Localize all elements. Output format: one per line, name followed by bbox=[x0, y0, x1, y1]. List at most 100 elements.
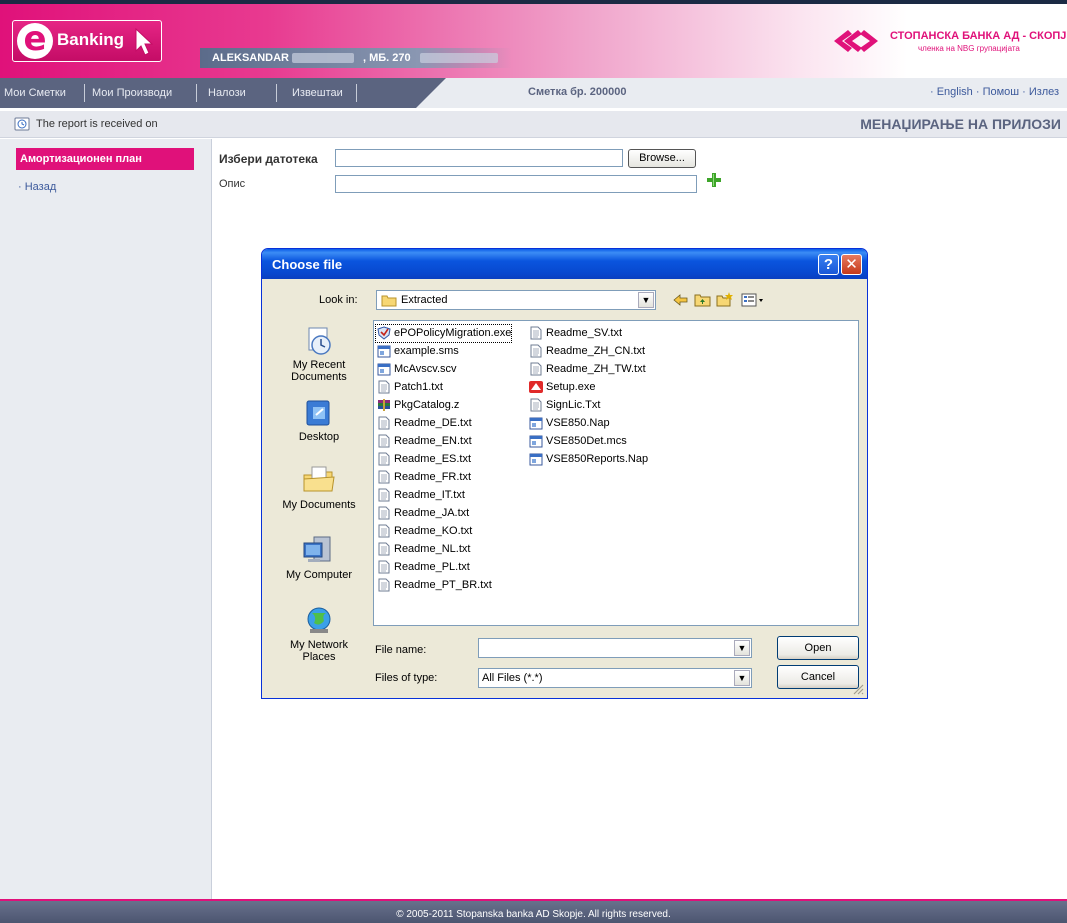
file-item[interactable]: Readme_KO.txt bbox=[376, 523, 472, 540]
browse-button[interactable]: Browse... bbox=[628, 149, 696, 168]
open-button[interactable]: Open bbox=[777, 636, 859, 660]
file-path-input[interactable] bbox=[335, 149, 623, 167]
footer: © 2005-2011 Stopanska banka AD Skopje. A… bbox=[0, 899, 1067, 923]
text-file-icon bbox=[378, 380, 390, 394]
bank-name: СТОПАНСКА БАНКА АД - СКОПЈЕ bbox=[890, 30, 1067, 42]
nav-my-products[interactable]: Мои Производи bbox=[92, 81, 172, 105]
file-item[interactable]: SignLic.Txt bbox=[528, 397, 600, 414]
place-desktop[interactable]: Desktop bbox=[280, 397, 358, 443]
file-item[interactable]: VSE850.Nap bbox=[528, 415, 610, 432]
file-name-input[interactable]: ▼ bbox=[478, 638, 752, 658]
bank-subtitle: членка на NBG групацијата bbox=[918, 44, 1020, 53]
file-item-name: Readme_FR.txt bbox=[394, 471, 472, 483]
file-item-name: PkgCatalog.z bbox=[394, 399, 460, 411]
text-file-icon bbox=[378, 470, 390, 484]
file-item[interactable]: PkgCatalog.z bbox=[376, 397, 459, 414]
text-file-icon bbox=[530, 398, 542, 412]
cancel-button[interactable]: Cancel bbox=[777, 665, 859, 689]
file-item[interactable]: Readme_JA.txt bbox=[376, 505, 469, 522]
file-item[interactable]: Readme_DE.txt bbox=[376, 415, 472, 432]
file-list[interactable]: ePOPolicyMigration.exe example.sms McAvscv… bbox=[373, 320, 859, 626]
nav-my-accounts[interactable]: Мои Сметки bbox=[4, 81, 66, 105]
text-file-icon bbox=[378, 560, 390, 574]
nav-reports[interactable]: Извештаи bbox=[292, 81, 343, 105]
text-file-icon bbox=[378, 488, 390, 502]
place-label: My Recent Documents bbox=[291, 359, 347, 383]
file-item[interactable]: VSE850Det.mcs bbox=[528, 433, 627, 450]
sidebar-heading[interactable]: Амортизационен план bbox=[16, 148, 194, 170]
file-item-name: example.sms bbox=[394, 345, 459, 357]
chevron-down-icon[interactable]: ▼ bbox=[638, 292, 654, 308]
resize-grip-icon[interactable] bbox=[852, 683, 864, 695]
place-label: My Documents bbox=[282, 499, 356, 511]
new-folder-icon[interactable] bbox=[716, 291, 734, 309]
file-item[interactable]: ePOPolicyMigration.exe bbox=[374, 324, 513, 343]
file-item[interactable]: Readme_ZH_TW.txt bbox=[528, 361, 646, 378]
file-item[interactable]: McAvscv.scv bbox=[376, 361, 457, 378]
file-item[interactable]: Readme_EN.txt bbox=[376, 433, 472, 450]
back-link[interactable]: · Назад bbox=[18, 181, 56, 193]
file-item-name: Readme_SV.txt bbox=[546, 327, 623, 339]
desktop-icon bbox=[306, 400, 330, 426]
add-plus-icon[interactable] bbox=[706, 172, 722, 188]
logo-text: Banking bbox=[57, 30, 125, 49]
files-of-type-label: Files of type: bbox=[375, 672, 438, 684]
chevron-down-icon[interactable]: ▼ bbox=[734, 640, 750, 656]
description-input[interactable] bbox=[335, 175, 697, 193]
back-arrow-icon[interactable] bbox=[672, 291, 690, 309]
chevron-down-icon[interactable]: ▼ bbox=[734, 670, 750, 686]
place-my-documents[interactable]: My Documents bbox=[280, 463, 358, 511]
data-file-icon bbox=[377, 345, 391, 358]
file-item[interactable]: Readme_ZH_CN.txt bbox=[528, 343, 645, 360]
user-bar: ALEKSANDAR , МБ. 270 bbox=[200, 48, 512, 68]
nav-orders[interactable]: Налози bbox=[208, 81, 246, 105]
my-documents-icon bbox=[303, 466, 335, 492]
file-item[interactable]: Readme_NL.txt bbox=[376, 541, 470, 558]
choose-file-dialog: Choose file ? ✕ Look in: Extracted ▼ My … bbox=[261, 248, 868, 699]
place-network-places[interactable]: My Network Places bbox=[280, 605, 358, 663]
place-label: My Network Places bbox=[289, 639, 349, 663]
files-of-type-select[interactable]: All Files (*.*) ▼ bbox=[478, 668, 752, 688]
help-button[interactable]: ? bbox=[818, 254, 839, 275]
up-folder-icon[interactable] bbox=[694, 291, 712, 309]
file-item[interactable]: Readme_PT_BR.txt bbox=[376, 577, 492, 594]
file-item-name: Readme_ZH_CN.txt bbox=[546, 345, 646, 357]
file-item-name: VSE850Reports.Nap bbox=[546, 453, 649, 465]
recent-documents-icon bbox=[308, 327, 331, 355]
look-in-select[interactable]: Extracted ▼ bbox=[376, 290, 656, 310]
close-button[interactable]: ✕ bbox=[841, 254, 862, 275]
network-places-icon bbox=[307, 607, 331, 633]
place-label: Desktop bbox=[298, 431, 340, 443]
file-item[interactable]: example.sms bbox=[376, 343, 459, 360]
sidebar: Амортизационен план · Назад bbox=[0, 139, 212, 899]
nav-separator bbox=[84, 84, 85, 102]
data-file-icon bbox=[529, 453, 543, 466]
file-item[interactable]: Patch1.txt bbox=[376, 379, 443, 396]
place-recent-documents[interactable]: My Recent Documents bbox=[280, 325, 358, 383]
nav-right-links[interactable]: · English · Помош · Излез bbox=[930, 86, 1059, 98]
file-name-label: File name: bbox=[375, 644, 427, 656]
archive-file-icon bbox=[378, 399, 390, 411]
place-my-computer[interactable]: My Computer bbox=[280, 535, 358, 581]
file-item-name: VSE850Det.mcs bbox=[546, 435, 627, 447]
file-item[interactable]: Readme_ES.txt bbox=[376, 451, 471, 468]
file-item[interactable]: Setup.exe bbox=[528, 379, 596, 396]
text-file-icon bbox=[378, 434, 390, 448]
text-file-icon bbox=[530, 326, 542, 340]
ebanking-logo[interactable]: e Banking bbox=[12, 20, 162, 62]
data-file-icon bbox=[529, 435, 543, 448]
file-item[interactable]: Readme_IT.txt bbox=[376, 487, 465, 504]
file-item[interactable]: VSE850Reports.Nap bbox=[528, 451, 648, 468]
file-item[interactable]: Readme_SV.txt bbox=[528, 325, 622, 342]
data-file-icon bbox=[529, 417, 543, 430]
file-item[interactable]: Readme_PL.txt bbox=[376, 559, 470, 576]
file-item-name: Readme_PL.txt bbox=[394, 561, 470, 573]
text-file-icon bbox=[530, 344, 542, 358]
nav-separator bbox=[276, 84, 277, 102]
file-item[interactable]: Readme_FR.txt bbox=[376, 469, 471, 486]
text-file-icon bbox=[530, 362, 542, 376]
dialog-titlebar[interactable]: Choose file ? ✕ bbox=[262, 249, 867, 279]
view-menu-icon[interactable] bbox=[740, 291, 766, 309]
header: e Banking ALEKSANDAR , МБ. 270 СТОПАНСКА… bbox=[0, 0, 1067, 78]
text-file-icon bbox=[378, 506, 390, 520]
